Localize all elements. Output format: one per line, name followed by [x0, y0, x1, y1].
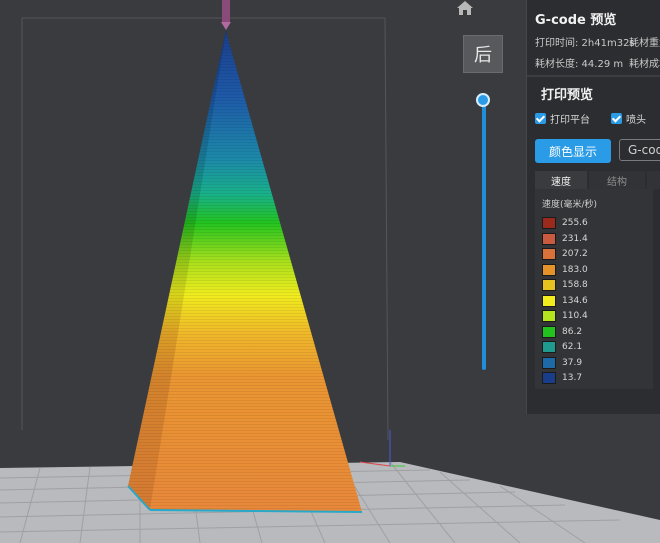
- gcode-preview-title: G-code 预览: [535, 13, 617, 28]
- legend-value: 231.4: [562, 233, 588, 244]
- legend-value: 110.4: [562, 311, 588, 321]
- nozzle-marker: [221, 0, 231, 30]
- section-divider: [527, 75, 660, 77]
- tab-structure[interactable]: 结构: [589, 171, 645, 189]
- legend-value: 207.2: [562, 249, 588, 259]
- legend-item: 13.7: [542, 372, 582, 384]
- filament-cost: 耗材成本: [629, 59, 660, 70]
- legend-value: 158.8: [562, 280, 588, 290]
- legend-swatch: [542, 372, 556, 384]
- legend-item: 37.9: [542, 356, 583, 369]
- axis-triad: [359, 430, 405, 467]
- legend-item: 158.8: [542, 279, 588, 291]
- legend-item: 255.6: [542, 217, 588, 229]
- legend-swatch: [542, 356, 556, 369]
- legend-swatch: [542, 217, 556, 229]
- legend-item: 231.4: [542, 232, 588, 245]
- legend-swatch: [542, 263, 556, 276]
- legend-value: 183.0: [562, 264, 588, 275]
- legend-swatch: [542, 294, 556, 307]
- print-preview-title: 打印预览: [541, 88, 594, 103]
- tab-more[interactable]: [647, 171, 660, 189]
- filament-weight: 耗材重量: [629, 38, 660, 49]
- home-icon[interactable]: [456, 0, 474, 16]
- legend-item: 62.1: [542, 341, 582, 353]
- layer-slider-track[interactable]: [482, 100, 486, 370]
- gcode-button[interactable]: G-code: [619, 139, 660, 161]
- legend-swatch: [542, 279, 556, 291]
- checkbox-platform[interactable]: 打印平台: [535, 108, 590, 127]
- color-display-button[interactable]: 颜色显示: [535, 139, 611, 163]
- legend-swatch: [542, 341, 556, 353]
- legend-item: 134.6: [542, 294, 588, 307]
- legend-swatch: [542, 248, 556, 260]
- gcode-preview-panel: G-code 预览 打印时间: 2h41m32s 耗材重量 耗材长度: 44.2…: [526, 0, 660, 414]
- checkbox-checked-icon[interactable]: [535, 113, 546, 124]
- checkbox-nozzle[interactable]: 喷头: [611, 108, 646, 127]
- print-time: 打印时间: 2h41m32s: [535, 38, 635, 49]
- speed-legend: 速度(毫米/秒) 255.6 231.4 207.2 183.0 158.8 134.6 1…: [535, 189, 653, 389]
- legend-swatch: [542, 232, 556, 245]
- filament-length: 耗材长度: 44.29 m: [535, 59, 624, 70]
- legend-item: 183.0: [542, 263, 588, 276]
- tab-speed[interactable]: 速度: [535, 171, 587, 189]
- legend-title: 速度(毫米/秒): [542, 200, 598, 210]
- layer-slider-handle[interactable]: [476, 93, 490, 107]
- legend-item: 86.2: [542, 325, 583, 338]
- legend-swatch: [542, 310, 556, 322]
- pyramid-model[interactable]: [127, 30, 363, 513]
- legend-value: 86.2: [562, 326, 583, 337]
- legend-value: 255.6: [562, 218, 588, 228]
- legend-item: 110.4: [542, 310, 588, 322]
- back-view-button[interactable]: 后: [463, 35, 503, 73]
- legend-value: 13.7: [562, 373, 583, 383]
- legend-item: 207.2: [542, 248, 588, 260]
- checkbox-checked-icon[interactable]: [611, 113, 622, 124]
- legend-value: 37.9: [562, 357, 583, 368]
- legend-swatch: [542, 325, 556, 338]
- legend-value: 62.1: [562, 342, 583, 352]
- legend-value: 134.6: [562, 295, 588, 306]
- legend-tabs: 速度 结构: [535, 171, 660, 189]
